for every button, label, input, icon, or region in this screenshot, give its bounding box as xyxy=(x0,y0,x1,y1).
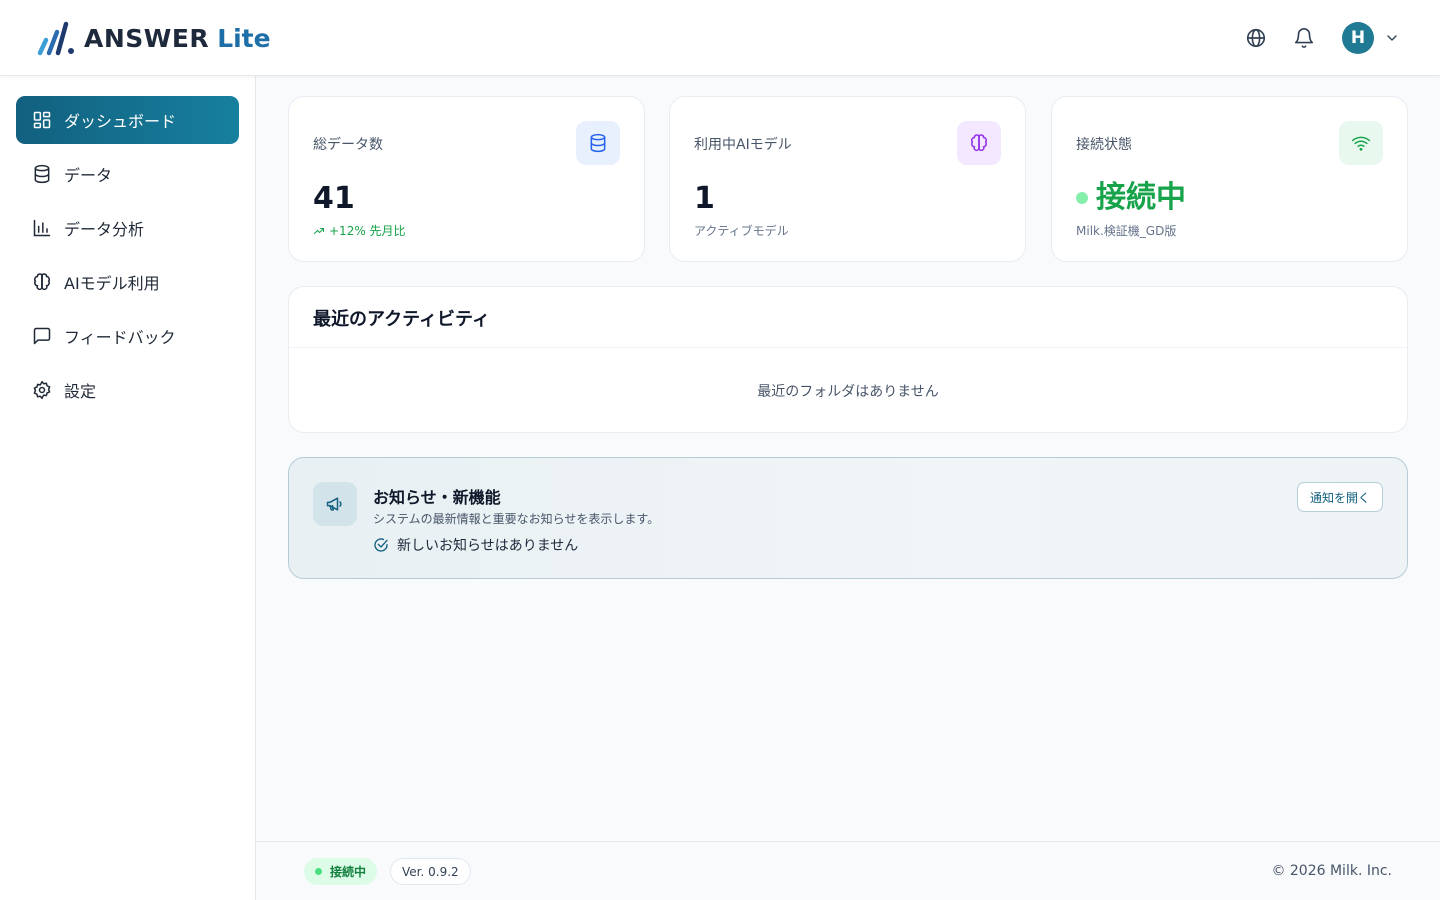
sidebar-item-analytics[interactable]: データ分析 xyxy=(16,204,239,252)
sidebar-item-ai-model[interactable]: AIモデル利用 xyxy=(16,258,239,306)
sidebar-item-label: AIモデル利用 xyxy=(64,274,160,293)
sidebar-item-dashboard[interactable]: ダッシュボード xyxy=(16,96,239,144)
logo-suffix: Lite xyxy=(217,23,271,53)
announcement-card: お知らせ・新機能 システムの最新情報と重要なお知らせを表示します。 新しいお知ら… xyxy=(288,457,1408,579)
megaphone-icon xyxy=(313,482,357,526)
section-title: 最近のアクティビティ xyxy=(313,309,490,330)
logo-mark-icon xyxy=(37,21,74,56)
sidebar-item-label: データ分析 xyxy=(64,220,145,239)
sidebar-item-label: データ xyxy=(64,166,113,185)
grid-icon xyxy=(32,110,52,130)
footer: 接続中 Ver. 0.9.2 © 2026 Milk. Inc. xyxy=(256,841,1440,900)
stat-value: 1 xyxy=(694,181,715,216)
stat-card-ai-model: 利用中AIモデル 1 アクティブモデル xyxy=(669,96,1026,262)
announcement-title: お知らせ・新機能 xyxy=(373,488,501,507)
sidebar-item-label: フィードバック xyxy=(64,328,176,347)
stat-trend-text: +12% 先月比 xyxy=(329,224,406,238)
version-badge: Ver. 0.9.2 xyxy=(390,858,471,885)
stat-value: 41 xyxy=(313,181,355,216)
app-logo[interactable]: ANSWER Lite xyxy=(36,19,271,57)
copyright-text: © 2026 Milk. Inc. xyxy=(1271,863,1392,879)
announcement-status-text: 新しいお知らせはありません xyxy=(397,538,579,554)
sidebar-item-label: ダッシュボード xyxy=(64,112,177,131)
status-dot xyxy=(1076,192,1088,204)
globe-icon[interactable] xyxy=(1244,26,1268,50)
connection-status: 接続中 xyxy=(1076,180,1186,216)
open-notifications-button[interactable]: 通知を開く xyxy=(1297,482,1383,512)
top-header: ANSWER Lite H xyxy=(0,0,1440,76)
connection-status-text: 接続中 xyxy=(1096,180,1186,215)
sidebar-item-settings[interactable]: 設定 xyxy=(16,366,239,414)
check-circle-icon xyxy=(374,538,388,552)
stat-label: 総データ数 xyxy=(313,137,383,153)
sidebar-item-label: 設定 xyxy=(64,382,97,401)
brain-icon xyxy=(32,272,52,292)
connection-badge-text: 接続中 xyxy=(330,865,367,879)
sidebar-item-feedback[interactable]: フィードバック xyxy=(16,312,239,360)
database-icon xyxy=(32,164,52,184)
stat-card-total-data: 総データ数 41 +12% 先月比 xyxy=(288,96,645,262)
trending-up-icon xyxy=(314,227,324,234)
connection-target: Milk.検証機_GD版 xyxy=(1076,224,1177,238)
announcement-description: システムの最新情報と重要なお知らせを表示します。 xyxy=(373,512,660,526)
wifi-icon xyxy=(1339,121,1383,165)
empty-state-text: 最近のフォルダはありません xyxy=(757,384,939,400)
logo-text: ANSWER xyxy=(84,23,210,53)
stat-trend: +12% 先月比 xyxy=(313,222,406,239)
divider xyxy=(289,347,1407,348)
sidebar-item-data[interactable]: データ xyxy=(16,150,239,198)
connection-badge: 接続中 xyxy=(304,858,378,885)
chevron-down-icon[interactable] xyxy=(1384,30,1400,46)
bar-chart-icon xyxy=(32,218,52,238)
announcement-status: 新しいお知らせはありません xyxy=(373,535,578,555)
recent-activity-card: 最近のアクティビティ 最近のフォルダはありません xyxy=(288,286,1408,433)
stat-card-connection: 接続状態 接続中 Milk.検証機_GD版 xyxy=(1051,96,1408,262)
stat-label: 接続状態 xyxy=(1076,137,1132,153)
database-icon xyxy=(576,121,620,165)
brain-icon xyxy=(957,121,1001,165)
message-icon xyxy=(32,326,52,346)
stat-sub: アクティブモデル xyxy=(694,224,789,238)
user-avatar[interactable]: H xyxy=(1342,22,1374,54)
gear-icon xyxy=(32,380,52,400)
bell-icon[interactable] xyxy=(1292,26,1316,50)
status-dot xyxy=(315,868,322,875)
sidebar: ダッシュボード データ データ分析 AIモデル利用 フィードバック 設定 xyxy=(0,76,256,900)
stat-label: 利用中AIモデル xyxy=(694,137,792,153)
